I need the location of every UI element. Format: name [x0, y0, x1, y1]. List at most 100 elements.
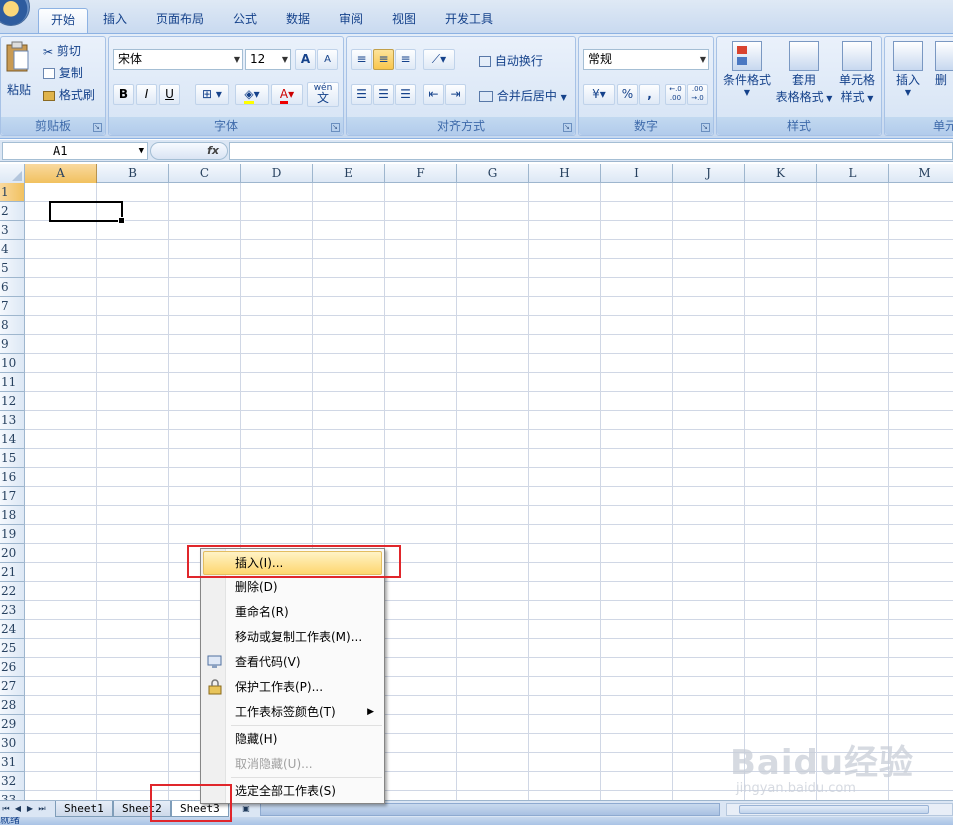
- comma-button[interactable]: ,: [639, 84, 660, 105]
- delete-cells-button[interactable]: 删: [935, 41, 953, 88]
- align-left-button[interactable]: ☰: [351, 84, 372, 105]
- office-button[interactable]: [0, 0, 30, 26]
- column-header[interactable]: C: [169, 164, 241, 183]
- paste-button[interactable]: 粘贴: [5, 41, 35, 101]
- tab-data[interactable]: 数据: [274, 8, 322, 33]
- cell-styles-button[interactable]: 单元格 样式 ▼: [835, 41, 879, 105]
- align-middle-button[interactable]: ≡: [373, 49, 394, 70]
- accounting-format-button[interactable]: ¥▾: [583, 84, 615, 105]
- menu-item-view-code[interactable]: 查看代码(V): [203, 650, 382, 674]
- row-header[interactable]: 29: [0, 715, 25, 734]
- row-header[interactable]: 22: [0, 582, 25, 601]
- row-header[interactable]: 9: [0, 335, 25, 354]
- column-header[interactable]: K: [745, 164, 817, 183]
- first-sheet-icon[interactable]: ⏮: [0, 802, 12, 816]
- row-header[interactable]: 8: [0, 316, 25, 335]
- column-header[interactable]: M: [889, 164, 953, 183]
- row-header[interactable]: 21: [0, 563, 25, 582]
- column-header[interactable]: F: [385, 164, 457, 183]
- menu-item-hide[interactable]: 隐藏(H): [203, 727, 382, 751]
- row-header[interactable]: 20: [0, 544, 25, 563]
- row-header[interactable]: 18: [0, 506, 25, 525]
- column-header[interactable]: G: [457, 164, 529, 183]
- row-header[interactable]: 13: [0, 411, 25, 430]
- column-header[interactable]: B: [97, 164, 169, 183]
- name-box[interactable]: A1 ▼: [2, 142, 148, 160]
- font-color-button[interactable]: A▾: [271, 84, 303, 105]
- select-all-corner[interactable]: [0, 164, 25, 183]
- decrease-decimal-button[interactable]: .00 →.0: [687, 84, 708, 105]
- row-header[interactable]: 30: [0, 734, 25, 753]
- format-painter-button[interactable]: 格式刷: [43, 86, 95, 103]
- tab-page-layout[interactable]: 页面布局: [144, 8, 216, 33]
- font-name-combo[interactable]: 宋体 ▼: [113, 49, 243, 70]
- underline-button[interactable]: U: [159, 84, 180, 105]
- row-header[interactable]: 19: [0, 525, 25, 544]
- menu-item-rename[interactable]: 重命名(R): [203, 600, 382, 624]
- scrollbar-thumb[interactable]: [739, 805, 929, 814]
- menu-item-protect-sheet[interactable]: 保护工作表(P)...: [203, 675, 382, 699]
- tab-view[interactable]: 视图: [380, 8, 428, 33]
- row-header[interactable]: 15: [0, 449, 25, 468]
- cell-area[interactable]: [25, 183, 953, 800]
- column-header[interactable]: E: [313, 164, 385, 183]
- orientation-button[interactable]: ⟋▾: [423, 49, 455, 70]
- column-header[interactable]: A: [25, 164, 97, 183]
- merge-center-button[interactable]: 合并后居中 ▼: [479, 87, 567, 104]
- align-top-button[interactable]: ≡: [351, 49, 372, 70]
- row-header[interactable]: 2: [0, 202, 25, 221]
- dialog-launcher-icon[interactable]: ↘: [93, 123, 102, 132]
- row-header[interactable]: 24: [0, 620, 25, 639]
- increase-decimal-button[interactable]: ←.0.00: [665, 84, 686, 105]
- fill-color-button[interactable]: ◈▾: [235, 84, 269, 105]
- column-header[interactable]: H: [529, 164, 601, 183]
- copy-button[interactable]: 复制: [43, 64, 83, 81]
- tab-developer[interactable]: 开发工具: [433, 8, 505, 33]
- row-header[interactable]: 16: [0, 468, 25, 487]
- row-header[interactable]: 32: [0, 772, 25, 791]
- conditional-format-button[interactable]: 条件格式 ▼: [721, 41, 773, 97]
- italic-button[interactable]: I: [136, 84, 157, 105]
- column-header[interactable]: D: [241, 164, 313, 183]
- font-size-combo[interactable]: 12 ▼: [245, 49, 291, 70]
- menu-item-tab-color[interactable]: 工作表标签颜色(T) ▶: [203, 700, 382, 724]
- column-header[interactable]: J: [673, 164, 745, 183]
- row-header[interactable]: 11: [0, 373, 25, 392]
- formula-input[interactable]: [229, 142, 953, 160]
- percent-button[interactable]: %: [617, 84, 638, 105]
- row-header[interactable]: 1: [0, 183, 25, 202]
- tab-home[interactable]: 开始: [38, 8, 89, 33]
- row-header[interactable]: 14: [0, 430, 25, 449]
- align-center-button[interactable]: ☰: [373, 84, 394, 105]
- active-cell[interactable]: [49, 201, 125, 224]
- row-header[interactable]: 27: [0, 677, 25, 696]
- tab-insert[interactable]: 插入: [91, 8, 139, 33]
- row-header[interactable]: 4: [0, 240, 25, 259]
- row-header[interactable]: 33: [0, 791, 25, 800]
- tab-formulas[interactable]: 公式: [221, 8, 269, 33]
- last-sheet-icon[interactable]: ⏭: [36, 802, 48, 816]
- insert-sheet-icon[interactable]: ▣: [238, 802, 254, 816]
- tab-review[interactable]: 审阅: [327, 8, 375, 33]
- row-header[interactable]: 25: [0, 639, 25, 658]
- borders-button[interactable]: ⊞ ▾: [195, 84, 229, 105]
- row-header[interactable]: 3: [0, 221, 25, 240]
- dialog-launcher-icon[interactable]: ↘: [331, 123, 340, 132]
- decrease-indent-button[interactable]: ⇤: [423, 84, 444, 105]
- number-format-combo[interactable]: 常规 ▼: [583, 49, 709, 70]
- tab-split-bar[interactable]: [260, 803, 720, 816]
- align-bottom-button[interactable]: ≡: [395, 49, 416, 70]
- cut-button[interactable]: ✂ 剪切: [43, 42, 81, 59]
- phonetic-button[interactable]: wén 文: [307, 82, 339, 107]
- row-header[interactable]: 26: [0, 658, 25, 677]
- row-header[interactable]: 17: [0, 487, 25, 506]
- increase-indent-button[interactable]: ⇥: [445, 84, 466, 105]
- format-as-table-button[interactable]: 套用 表格格式 ▼: [775, 41, 833, 105]
- prev-sheet-icon[interactable]: ◀: [12, 802, 24, 816]
- dialog-launcher-icon[interactable]: ↘: [701, 123, 710, 132]
- row-header[interactable]: 5: [0, 259, 25, 278]
- row-header[interactable]: 6: [0, 278, 25, 297]
- menu-item-delete[interactable]: 删除(D): [203, 575, 382, 599]
- column-header[interactable]: L: [817, 164, 889, 183]
- row-header[interactable]: 7: [0, 297, 25, 316]
